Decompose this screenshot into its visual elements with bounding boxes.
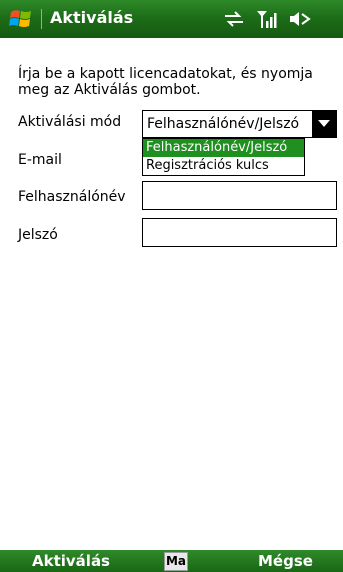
activation-mode-value: Felhasználónév/Jelszó [147,116,300,132]
page-title: Aktiválás [50,8,134,27]
activation-mode-dropdown: Felhasználónév/Jelszó Regisztrációs kulc… [142,138,305,176]
password-field[interactable] [142,218,337,247]
username-field[interactable] [142,181,337,210]
connectivity-arrows-icon[interactable] [222,9,246,29]
title-separator [41,9,42,29]
cancel-softkey[interactable]: Mégse [258,552,313,570]
password-label: Jelszó [18,227,58,243]
activation-mode-select[interactable]: Felhasználónév/Jelszó [142,110,337,138]
activation-mode-label: Aktiválási mód [18,114,122,130]
signal-strength-icon[interactable] [256,9,278,29]
chevron-down-icon[interactable] [312,111,336,137]
username-label: Felhasználónév [18,189,126,205]
email-label: E-mail [18,152,62,168]
input-mode-indicator[interactable]: Ma [164,552,188,571]
title-bar: Aktiválás [0,0,343,38]
speaker-icon[interactable] [288,9,312,29]
status-icons [222,8,312,30]
instruction-text: Írja be a kapott licencadatokat, és nyom… [18,66,313,98]
dropdown-option-username-password[interactable]: Felhasználónév/Jelszó [143,139,304,157]
activate-softkey[interactable]: Aktiválás [32,552,110,570]
dropdown-option-registration-key[interactable]: Regisztrációs kulcs [143,157,304,175]
windows-flag-icon[interactable] [8,6,34,32]
